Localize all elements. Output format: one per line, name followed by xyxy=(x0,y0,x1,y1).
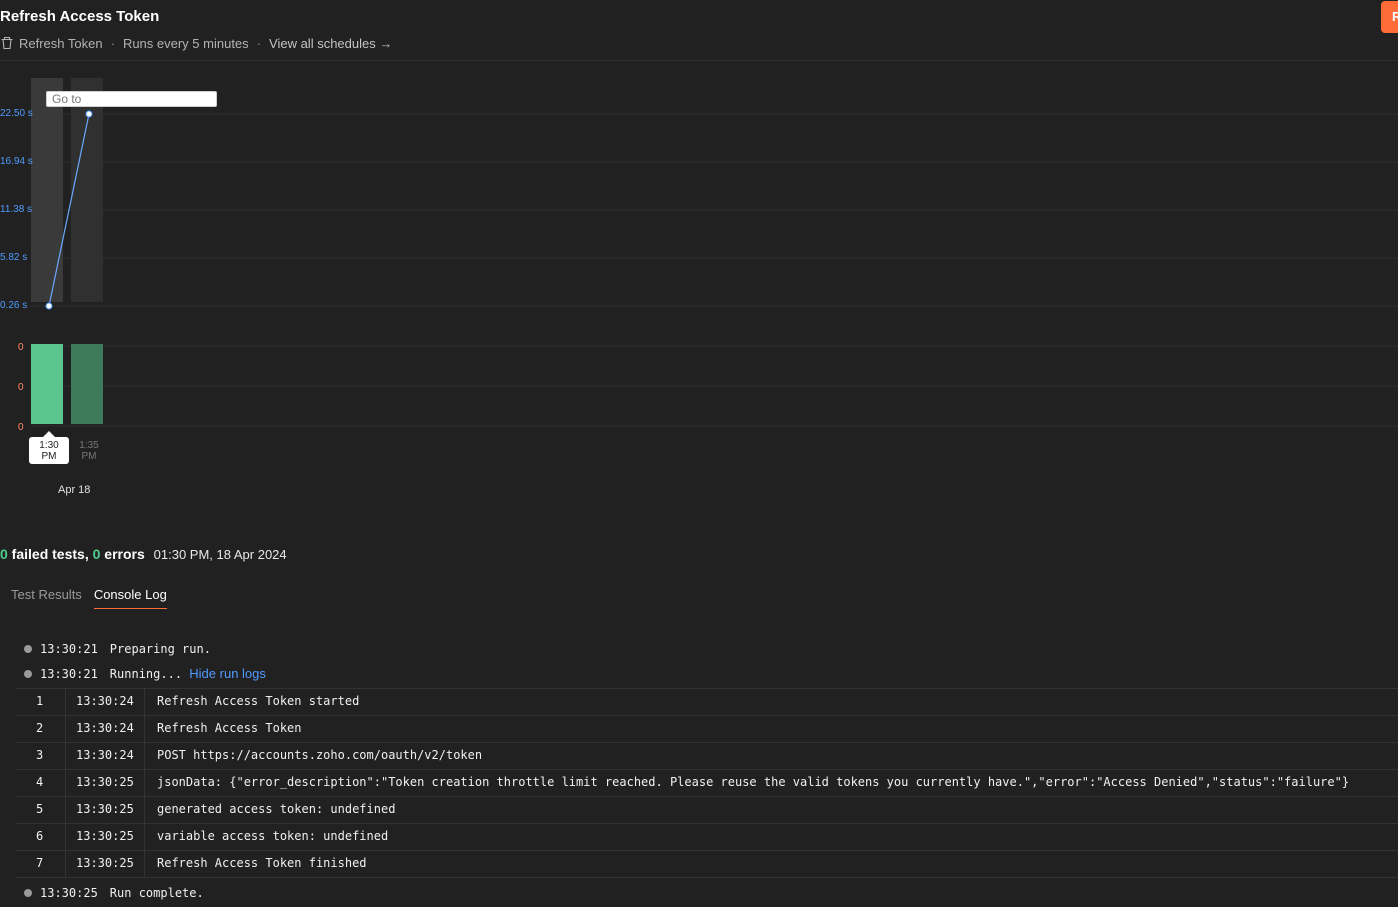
x-tick-ampm: PM xyxy=(41,451,57,462)
schedule-info: Refresh Token · Runs every 5 minutes · V… xyxy=(0,35,392,51)
log-row-message: POST https://accounts.zoho.com/oauth/v2/… xyxy=(157,748,483,762)
log-line-prep: 13:30:21 Preparing run. xyxy=(0,638,1398,663)
x-tick-time: 1:30 xyxy=(39,440,59,451)
result-bar xyxy=(71,344,103,424)
log-row-message: Refresh Access Token finished xyxy=(157,856,367,870)
log-row-time: 13:30:24 xyxy=(66,716,145,742)
log-row: 2 13:30:24 Refresh Access Token xyxy=(16,716,1398,743)
log-row-number: 1 xyxy=(16,689,66,715)
y-tick-label: 16.94 s xyxy=(0,156,33,167)
bullet-icon xyxy=(24,889,32,897)
log-row-number: 7 xyxy=(16,851,66,877)
separator: · xyxy=(110,35,115,51)
run-timestamp: 01:30 PM, 18 Apr 2024 xyxy=(153,547,287,562)
log-row-time: 13:30:24 xyxy=(66,743,145,769)
failed-label: failed tests, xyxy=(7,546,93,562)
log-row-number: 3 xyxy=(16,743,66,769)
y-tick-label: 22.50 s xyxy=(0,108,33,119)
collection-name[interactable]: Refresh Token xyxy=(19,36,103,51)
date-label: Apr 18 xyxy=(58,484,91,496)
log-row-number: 4 xyxy=(16,770,66,796)
console-log: 13:30:21 Preparing run. 13:30:21 Running..… xyxy=(0,638,1398,907)
log-row-message: generated access token: undefined xyxy=(157,802,396,816)
data-point xyxy=(85,110,93,118)
x-tick-ampm: PM xyxy=(81,451,97,462)
error-tick-label: 0 xyxy=(18,422,24,433)
log-row: 4 13:30:25 jsonData: {"error_description":… xyxy=(16,770,1398,797)
tab-test-results[interactable]: Test Results xyxy=(11,587,82,609)
log-row-number: 5 xyxy=(16,797,66,823)
log-text: Running... xyxy=(109,667,183,681)
log-time: 13:30:21 xyxy=(40,667,98,681)
log-text: Preparing run. xyxy=(109,642,211,656)
tab-console-log[interactable]: Console Log xyxy=(93,587,167,609)
error-label: errors xyxy=(100,546,145,562)
collection-icon xyxy=(1,36,13,50)
log-time: 13:30:25 xyxy=(40,886,98,900)
schedule-frequency: Runs every 5 minutes xyxy=(122,35,249,51)
y-tick-label: 0.26 s xyxy=(0,300,28,311)
chart-canvas xyxy=(30,78,1398,427)
y-tick-label: 11.38 s xyxy=(0,204,33,215)
run-summary: 0 failed tests, 0 errors 01:30 PM, 18 Ap… xyxy=(0,546,287,562)
log-text: Run complete. xyxy=(109,886,204,900)
x-tick-label[interactable]: 1:30 PM xyxy=(29,431,69,464)
error-tick-label: 0 xyxy=(18,382,24,393)
log-time: 13:30:21 xyxy=(40,642,98,656)
log-row-message: variable access token: undefined xyxy=(157,829,389,843)
log-row: 3 13:30:24 POST https://accounts.zoho.com/… xyxy=(16,743,1398,770)
x-tick-time: 1:35 xyxy=(79,440,99,451)
log-row-time: 13:30:25 xyxy=(66,797,145,823)
view-all-schedules-link[interactable]: View all schedules → xyxy=(269,36,392,51)
log-row-time: 13:30:25 xyxy=(66,770,145,796)
goto-input[interactable]: Go to xyxy=(46,91,217,107)
result-tabs: Test Results Console Log xyxy=(11,587,167,609)
log-line-running: 13:30:21 Running... Hide run logs xyxy=(0,663,1398,688)
result-bar xyxy=(31,344,63,424)
log-row-time: 13:30:25 xyxy=(66,824,145,850)
log-row: 5 13:30:25 generated access token: undefin… xyxy=(16,797,1398,824)
run-history-chart: 22.50 s 16.94 s 11.38 s 5.82 s 0.26 s 0 0 0 Go … xyxy=(0,60,1398,510)
log-row-message: Refresh Access Token started xyxy=(157,694,360,708)
log-row-number: 2 xyxy=(16,716,66,742)
log-row-message: jsonData: {"error_description":"Token cr… xyxy=(157,775,1350,789)
y-tick-label: 5.82 s xyxy=(0,252,28,263)
log-row-time: 13:30:24 xyxy=(66,689,145,715)
page-title: Refresh Access Token xyxy=(0,8,160,25)
run-column xyxy=(31,78,63,302)
data-point xyxy=(45,302,53,310)
bullet-icon xyxy=(24,670,32,678)
log-row-message: Refresh Access Token xyxy=(157,721,302,735)
bullet-icon xyxy=(24,645,32,653)
run-log-table: 1 13:30:24 Refresh Access Token started 2 13… xyxy=(16,688,1398,878)
x-tick-label[interactable]: 1:35 PM xyxy=(69,440,109,462)
run-button[interactable]: R xyxy=(1381,1,1398,33)
log-row-number: 6 xyxy=(16,824,66,850)
log-row: 7 13:30:25 Refresh Access Token finished xyxy=(16,851,1398,878)
log-row: 6 13:30:25 variable access token: undefine… xyxy=(16,824,1398,851)
failed-count: 0 xyxy=(0,546,8,562)
hide-run-logs-link[interactable]: Hide run logs xyxy=(189,666,266,681)
log-row: 1 13:30:24 Refresh Access Token started xyxy=(16,689,1398,716)
error-tick-label: 0 xyxy=(18,342,24,353)
separator: · xyxy=(256,35,262,51)
log-row-time: 13:30:25 xyxy=(66,851,145,877)
